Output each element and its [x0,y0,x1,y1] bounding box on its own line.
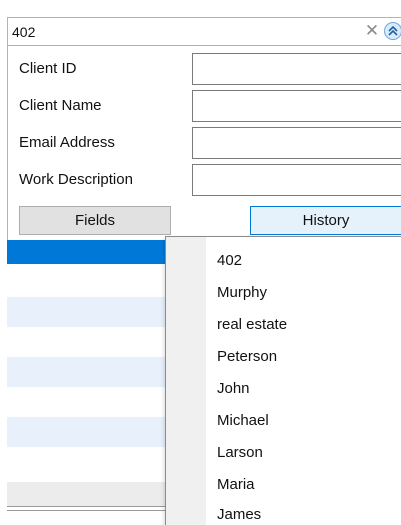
list-row[interactable] [7,297,167,327]
search-bar: ✕ [7,17,401,46]
email-address-label: Email Address [19,134,115,151]
work-description-label: Work Description [19,171,133,188]
results-list [7,240,167,525]
dropdown-gutter [166,237,206,525]
divider [7,506,167,507]
selected-row[interactable] [7,240,167,264]
history-item[interactable]: Murphy [217,277,267,309]
double-chevron-up-icon[interactable] [384,22,401,40]
search-input[interactable] [12,22,352,42]
client-id-label: Client ID [19,60,77,77]
history-item[interactable]: real estate [217,309,287,341]
history-button[interactable]: History [250,206,401,235]
client-name-field[interactable] [192,90,401,122]
fields-button[interactable]: Fields [19,206,171,235]
search-window: ✕ Client ID Client Name Email Address Wo… [0,0,401,525]
history-item[interactable]: Maria [217,469,255,501]
close-icon[interactable]: ✕ [364,21,380,41]
work-description-field[interactable] [192,164,401,196]
history-item[interactable]: Michael [217,405,269,437]
client-id-field[interactable] [192,53,401,85]
history-item[interactable]: 402 [217,245,242,277]
email-address-field[interactable] [192,127,401,159]
history-item[interactable]: John [217,373,250,405]
list-row[interactable] [7,417,167,447]
list-row[interactable] [7,482,167,506]
history-item[interactable]: Peterson [217,341,277,373]
search-fields-panel: Client ID Client Name Email Address Work… [7,46,401,240]
client-name-label: Client Name [19,97,102,114]
history-dropdown: 402 Murphy real estate Peterson John Mic… [165,236,401,525]
history-item[interactable]: James [217,499,261,525]
list-row[interactable] [7,357,167,387]
history-item[interactable]: Larson [217,437,263,469]
divider [7,510,167,511]
